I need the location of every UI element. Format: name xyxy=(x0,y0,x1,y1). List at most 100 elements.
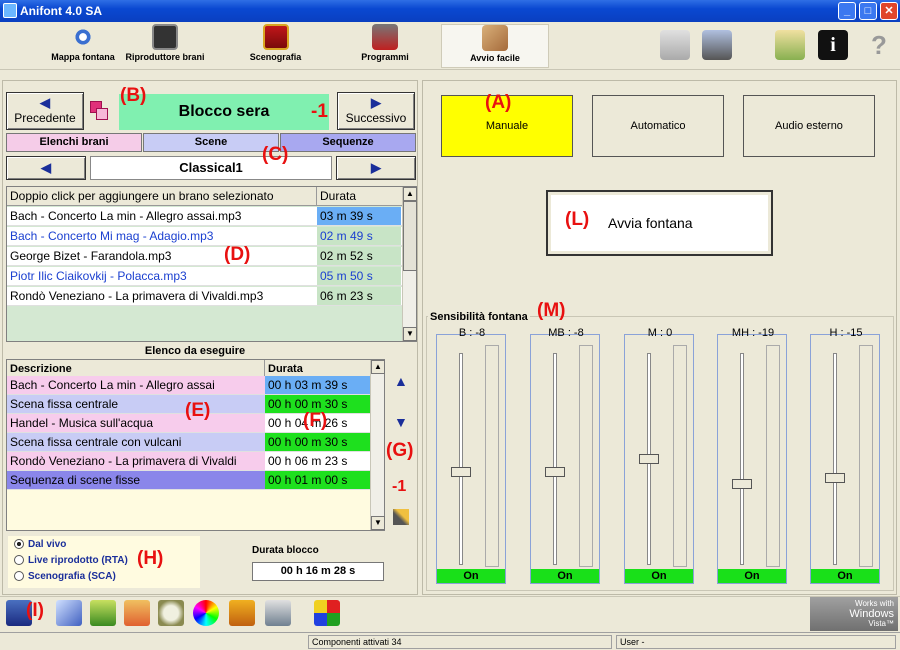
music-file-icon[interactable] xyxy=(660,30,690,60)
color-wheel-icon[interactable] xyxy=(193,600,219,626)
queue-list[interactable]: Descrizione Durata Bach - Concerto La mi… xyxy=(6,359,385,531)
annotation-h: (H) xyxy=(137,548,164,569)
slider-thumb[interactable] xyxy=(545,466,565,477)
tab-scene[interactable]: Scene xyxy=(143,133,279,152)
sensitivity-slider[interactable]: M : 0 On xyxy=(624,327,694,584)
slider-track[interactable] xyxy=(553,353,557,565)
slider-thumb[interactable] xyxy=(825,473,845,484)
tab-elenchi-brani[interactable]: Elenchi brani xyxy=(6,133,142,152)
queue-scrollbar[interactable]: ▲ ▼ xyxy=(370,360,385,530)
track-name: Rondò Veneziano - La primavera di Vivald… xyxy=(10,289,264,303)
toolbar-avvio-facile[interactable]: Avvio facile xyxy=(441,24,549,68)
queue-row[interactable]: Rondò Veneziano - La primavera di Vivald… xyxy=(7,452,371,471)
tracks-list[interactable]: Doppio click per aggiungere un brano sel… xyxy=(6,186,417,342)
precedente-label: Precedente xyxy=(14,111,76,125)
right-arrow-icon: ▶ xyxy=(371,95,381,110)
export-icon[interactable] xyxy=(265,600,291,626)
status-user: User - xyxy=(616,635,896,649)
slider-thumb[interactable] xyxy=(639,454,659,464)
sensitivity-slider[interactable]: MB : -8 On xyxy=(530,327,600,584)
successivo-button[interactable]: ▶ Successivo xyxy=(337,92,415,130)
queue-title: Elenco da eseguire xyxy=(6,344,384,358)
track-duration: 06 m 23 s xyxy=(317,287,401,305)
sheep-icon[interactable] xyxy=(158,600,184,626)
band-on-toggle[interactable]: On xyxy=(437,569,505,583)
tracks-scrollbar[interactable]: ▲ ▼ xyxy=(402,187,417,341)
sensitivity-slider[interactable]: MH : -19 On xyxy=(717,327,787,584)
toolbar-scenografia[interactable]: Scenografia xyxy=(228,24,323,68)
minimize-button[interactable]: _ xyxy=(838,2,856,20)
annotation-a: (A) xyxy=(485,92,512,113)
rubik-cube-icon[interactable] xyxy=(314,600,340,626)
move-down-icon[interactable]: ▼ xyxy=(394,414,408,430)
toolbar-riproduttore-brani[interactable]: Riproduttore brani xyxy=(110,24,220,68)
annotation-b: (B) xyxy=(120,85,147,106)
scroll-up-icon[interactable]: ▲ xyxy=(371,360,385,374)
level-meter xyxy=(673,345,687,567)
status-components: Componenti attivati 34 xyxy=(308,635,612,649)
source-live-rta[interactable]: Live riprodotto (RTA) xyxy=(14,555,194,571)
sensitivity-slider[interactable]: B : -8 On xyxy=(436,327,506,584)
close-button[interactable]: ✕ xyxy=(880,2,898,20)
slider-track[interactable] xyxy=(459,353,463,565)
track-row[interactable]: Rondò Veneziano - La primavera di Vivald… xyxy=(7,287,403,306)
band-on-toggle[interactable]: On xyxy=(718,569,786,583)
mask-icon[interactable] xyxy=(229,600,255,626)
scroll-down-icon[interactable]: ▼ xyxy=(403,327,417,341)
checklist-icon[interactable] xyxy=(775,30,805,60)
queue-row[interactable]: Scena fissa centrale con vulcani 00 h 00… xyxy=(7,433,371,452)
toolbar-label: Avvio facile xyxy=(470,53,520,63)
queue-row[interactable]: Bach - Concerto La min - Allegro assai 0… xyxy=(7,376,371,395)
help-icon[interactable]: ? xyxy=(864,30,894,60)
track-duration: 02 m 52 s xyxy=(317,247,401,265)
robot-icon xyxy=(372,24,398,50)
toolbar-label: Scenografia xyxy=(249,52,302,62)
block-name[interactable]: Blocco sera xyxy=(119,94,329,130)
edit-icon[interactable] xyxy=(56,600,82,626)
move-up-icon[interactable]: ▲ xyxy=(394,373,408,389)
track-name: Bach - Concerto La min - Allegro assai.m… xyxy=(10,209,242,223)
track-row[interactable]: Bach - Concerto La min - Allegro assai.m… xyxy=(7,207,403,226)
precedente-button[interactable]: ◀ Precedente xyxy=(6,92,84,130)
level-meter xyxy=(485,345,499,567)
track-row[interactable]: George Bizet - Farandola.mp3 02 m 52 s xyxy=(7,247,403,266)
mode-automatico-button[interactable]: Automatico xyxy=(592,95,724,157)
slider-thumb[interactable] xyxy=(451,466,471,477)
slider-thumb[interactable] xyxy=(732,479,752,490)
info-icon[interactable]: i xyxy=(818,30,848,60)
band-on-toggle[interactable]: On xyxy=(811,569,879,583)
queue-item-duration: 00 h 01 m 00 s xyxy=(265,471,371,489)
band-on-toggle[interactable]: On xyxy=(531,569,599,583)
sensitivity-slider[interactable]: H : -15 On xyxy=(810,327,880,584)
title-bar: Anifont 4.0 SA _ □ ✕ xyxy=(0,0,900,22)
playlist-prev-button[interactable]: ◀ xyxy=(6,156,86,180)
scroll-thumb[interactable] xyxy=(403,201,417,271)
source-dal-vivo[interactable]: Dal vivo xyxy=(14,539,194,555)
source-scenografia[interactable]: Scenografia (SCA) xyxy=(14,571,194,587)
maximize-button[interactable]: □ xyxy=(859,2,877,20)
radio-label: Dal vivo xyxy=(28,539,67,550)
band-on-toggle[interactable]: On xyxy=(625,569,693,583)
sensitivity-title: Sensibilità fontana xyxy=(428,311,530,323)
block-offset-label: -1 xyxy=(311,101,328,122)
tools-icon[interactable] xyxy=(702,30,732,60)
queue-item-name: Rondò Veneziano - La primavera di Vivald… xyxy=(10,454,237,468)
color-icon-back xyxy=(96,108,108,120)
queue-item-duration: 00 h 00 m 30 s xyxy=(265,433,371,451)
scroll-down-icon[interactable]: ▼ xyxy=(371,516,385,530)
track-row[interactable]: Piotr Ilic Ciaikovkij - Polacca.mp3 05 m… xyxy=(7,267,403,286)
mode-audio-esterno-button[interactable]: Audio esterno xyxy=(743,95,875,157)
phone-icon[interactable] xyxy=(124,600,150,626)
toolbar-programmi[interactable]: Programmi xyxy=(340,24,430,68)
clear-icon[interactable] xyxy=(393,509,409,525)
tab-sequenze[interactable]: Sequenze xyxy=(280,133,416,152)
chart-icon[interactable] xyxy=(90,600,116,626)
queue-row[interactable]: Sequenza di scene fisse 00 h 01 m 00 s xyxy=(7,471,371,490)
playlist-next-button[interactable]: ▶ xyxy=(336,156,416,180)
radio-label: Live riprodotto (RTA) xyxy=(28,555,128,566)
scroll-up-icon[interactable]: ▲ xyxy=(403,187,417,201)
tracks-header-dur: Durata xyxy=(320,189,357,203)
slider-track[interactable] xyxy=(740,353,744,565)
slider-track[interactable] xyxy=(833,353,837,565)
track-row[interactable]: Bach - Concerto Mi mag - Adagio.mp3 02 m… xyxy=(7,227,403,246)
